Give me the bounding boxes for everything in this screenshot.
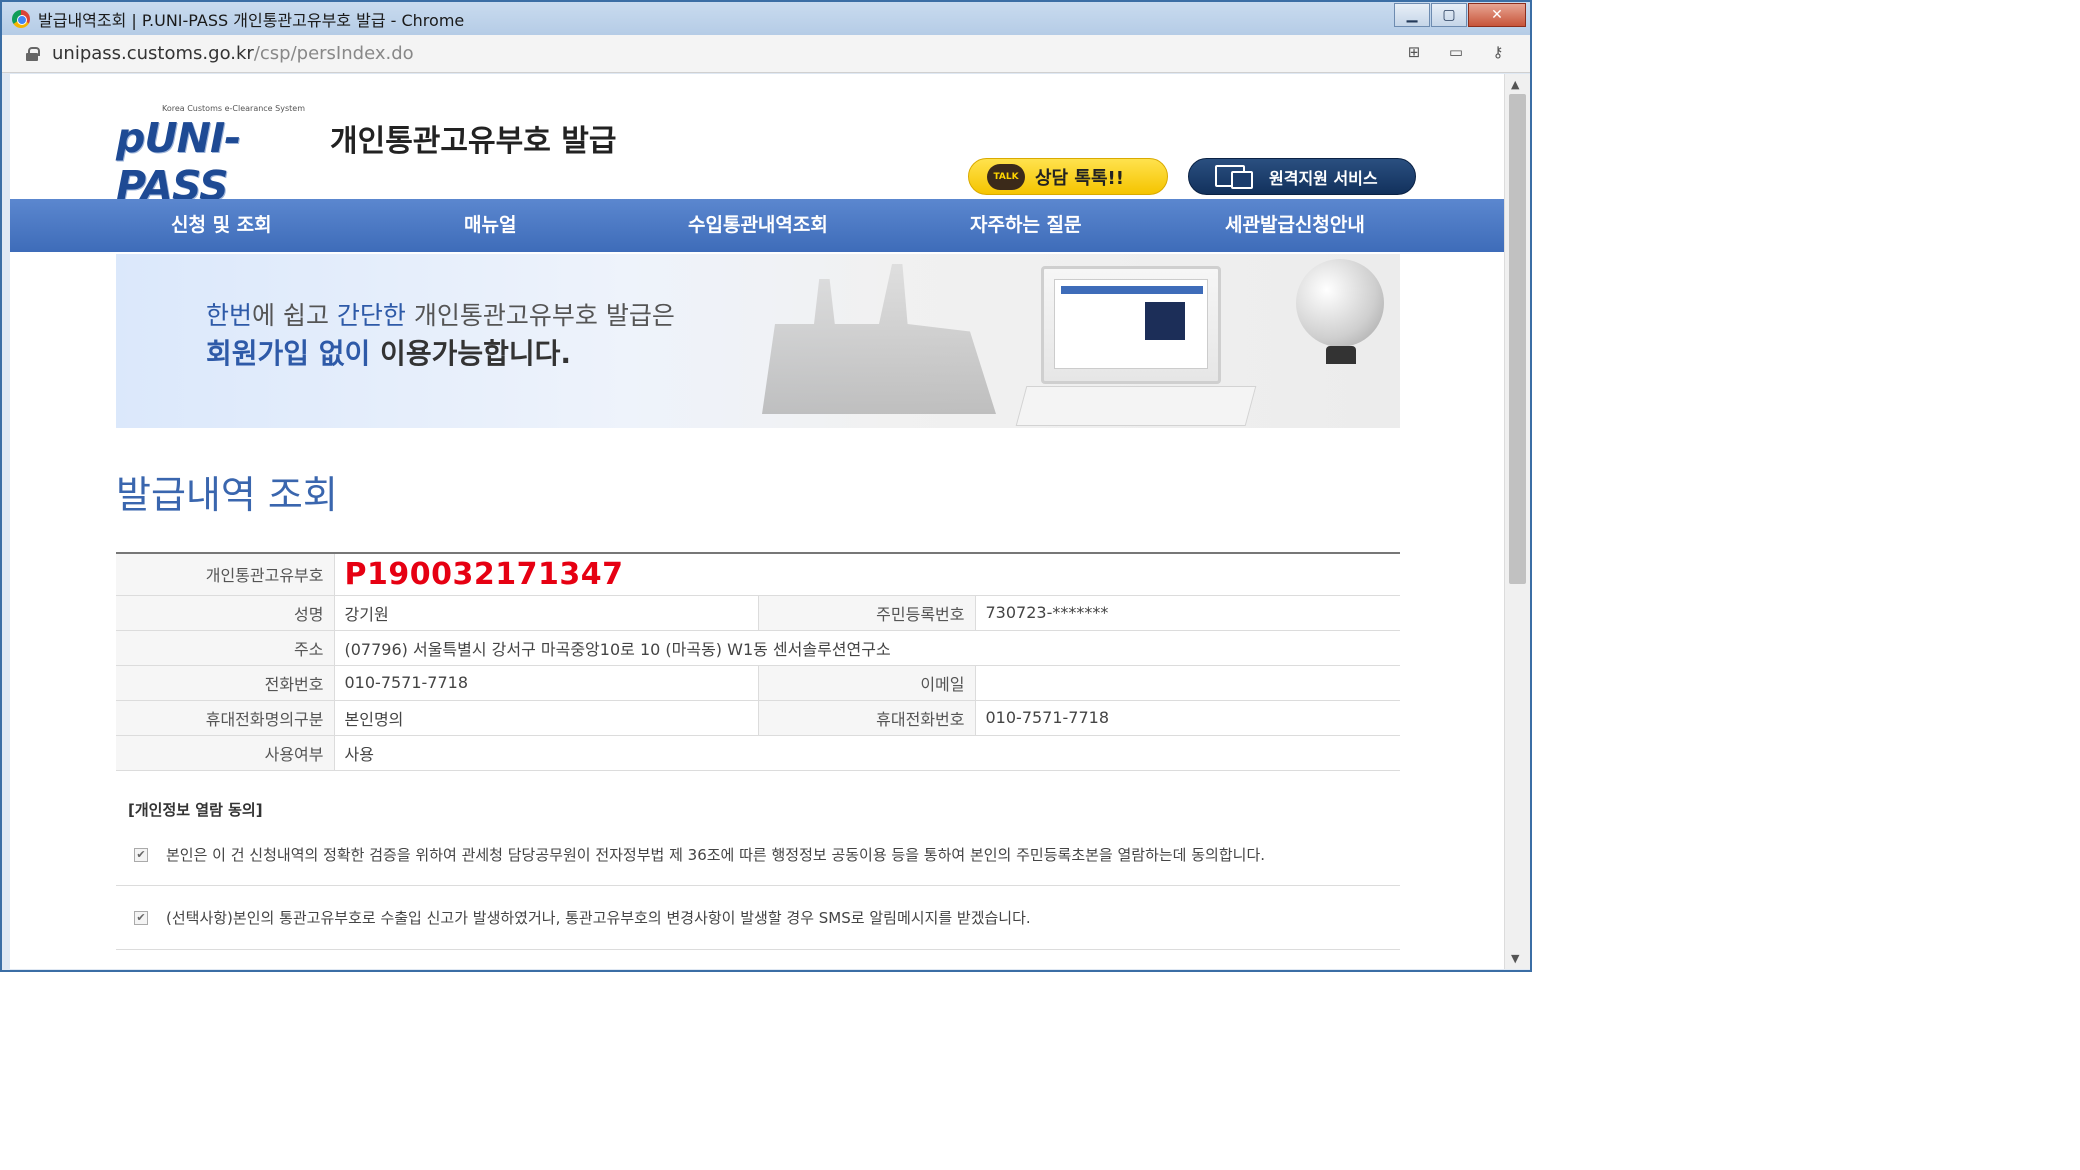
table-row: 성명 강기원 주민등록번호 730723-******* — [116, 595, 1400, 631]
address-bar-icons: ⊞ ▭ ⚷ — [1404, 43, 1508, 61]
nav-faq[interactable]: 자주하는 질문 — [970, 199, 1082, 252]
banner-line-2: 회원가입 없이 이용가능합니다. — [206, 337, 572, 370]
main-nav: 신청 및 조회 매뉴얼 수입통관내역조회 자주하는 질문 세관발급신청안내 — [10, 199, 1504, 252]
url-text[interactable]: unipass.customs.go.kr/csp/persIndex.do — [52, 43, 414, 64]
promo-banner: 한번에 쉽고 간단한 개인통관고유부호 발급은 회원가입 없이 이용가능합니다. — [116, 254, 1400, 428]
title-bar: 발급내역조회 | P.UNI-PASS 개인통관고유부호 발급 - Chrome… — [2, 2, 1530, 35]
lock-icon — [26, 46, 40, 61]
laptop-image — [1041, 266, 1221, 384]
unique-code-cell: P190032171347 — [334, 553, 1400, 596]
table-row: 개인통관고유부호 P190032171347 — [116, 553, 1400, 596]
laptop-screen — [1054, 279, 1208, 369]
unique-code-value: P190032171347 — [344, 556, 624, 592]
table-row: 휴대전화명의구분 본인명의 휴대전화번호 010-7571-7718 — [116, 700, 1400, 736]
keyboard-image — [1015, 386, 1257, 426]
unique-code-label: 개인통관고유부호 — [116, 553, 335, 596]
mobile-value: 010-7571-7718 — [975, 700, 1400, 736]
globe-stand — [1326, 346, 1356, 364]
scroll-thumb[interactable] — [1509, 94, 1526, 584]
mobile-label: 휴대전화번호 — [758, 700, 976, 736]
page-title: 발급내역 조회 — [116, 473, 338, 517]
translate-icon[interactable]: ⊞ — [1404, 43, 1424, 61]
agreement-1-checkbox[interactable]: ✔ — [134, 847, 148, 862]
rrn-label: 주민등록번호 — [758, 595, 976, 631]
scroll-up-icon[interactable]: ▲ — [1511, 78, 1519, 91]
address-value: (07796) 서울특별시 강서구 마곡중앙10로 10 (마곡동) W1동 센… — [334, 630, 1400, 666]
logo-text: pUNI-PASS — [116, 114, 241, 210]
use-status-value: 사용 — [334, 735, 1400, 771]
address-bar[interactable]: unipass.customs.go.kr/csp/persIndex.do ⊞… — [2, 35, 1530, 73]
issuance-info-table: 개인통관고유부호 P190032171347 성명 강기원 주민등록번호 730… — [116, 552, 1400, 771]
port-crane-image — [762, 264, 996, 414]
talk-consult-button[interactable]: TALK 상담 톡톡!! — [968, 158, 1168, 195]
name-value: 강기원 — [334, 595, 759, 631]
agreement-heading: [개인정보 열람 동의] — [128, 801, 263, 819]
vertical-scrollbar[interactable]: ▲ ▼ — [1504, 74, 1530, 969]
chrome-icon — [12, 9, 30, 28]
table-row: 사용여부 사용 — [116, 735, 1400, 771]
logo-subtitle: Korea Customs e-Clearance System — [162, 104, 305, 113]
scroll-down-icon[interactable]: ▼ — [1511, 952, 1519, 965]
nav-apply-inquiry[interactable]: 신청 및 조회 — [171, 199, 272, 252]
monitor-icon — [1215, 164, 1255, 189]
unipass-logo[interactable]: Korea Customs e-Clearance System pUNI-PA… — [116, 104, 331, 210]
nav-customs-guide[interactable]: 세관발급신청안내 — [1225, 199, 1365, 252]
talk-icon: TALK — [987, 163, 1025, 190]
rrn-value: 730723-******* — [975, 595, 1400, 631]
mobile-type-value: 본인명의 — [334, 700, 759, 736]
nav-import-clearance[interactable]: 수입통관내역조회 — [688, 199, 828, 252]
agreement-2-text: (선택사항)본인의 통관고유부호로 수출입 신고가 발생하였거나, 통관고유부호… — [166, 909, 1031, 927]
remote-support-button[interactable]: 원격지원 서비스 — [1188, 158, 1416, 195]
site-title: 개인통관고유부호 발급 — [330, 124, 617, 159]
globe-image — [1296, 259, 1384, 347]
talk-consult-label: 상담 톡톡!! — [1035, 167, 1124, 189]
phone-value: 010-7571-7718 — [334, 665, 759, 701]
window-controls: ▁ ▢ ✕ — [1393, 3, 1526, 27]
agreement-1-text: 본인은 이 건 신청내역의 정확한 검증을 위하여 관세청 담당공무원이 전자정… — [166, 846, 1266, 864]
banner-line-1: 한번에 쉽고 간단한 개인통관고유부호 발급은 — [206, 301, 675, 330]
browser-window: 발급내역조회 | P.UNI-PASS 개인통관고유부호 발급 - Chrome… — [0, 0, 1532, 972]
nav-manual[interactable]: 매뉴얼 — [464, 199, 516, 252]
cast-icon[interactable]: ▭ — [1446, 43, 1466, 61]
page-viewport: Korea Customs e-Clearance System pUNI-PA… — [10, 74, 1504, 969]
table-row: 주소 (07796) 서울특별시 강서구 마곡중앙10로 10 (마곡동) W1… — [116, 630, 1400, 666]
minimize-button[interactable]: ▁ — [1394, 3, 1430, 27]
url-host: unipass.customs.go.kr — [52, 43, 254, 64]
agreement-2-checkbox[interactable]: ✔ — [134, 910, 148, 925]
url-path: /csp/persIndex.do — [253, 43, 414, 64]
use-status-label: 사용여부 — [116, 735, 335, 771]
mobile-type-label: 휴대전화명의구분 — [116, 700, 335, 736]
key-icon[interactable]: ⚷ — [1488, 43, 1508, 61]
agreement-item-2: ✔ (선택사항)본인의 통관고유부호로 수출입 신고가 발생하였거나, 통관고유… — [116, 886, 1400, 950]
address-label: 주소 — [116, 630, 335, 666]
name-label: 성명 — [116, 595, 335, 631]
window-title: 발급내역조회 | P.UNI-PASS 개인통관고유부호 발급 - Chrome — [38, 10, 465, 30]
close-button[interactable]: ✕ — [1468, 3, 1526, 27]
email-value — [975, 665, 1400, 701]
maximize-button[interactable]: ▢ — [1431, 3, 1467, 27]
agreement-item-1: ✔ 본인은 이 건 신청내역의 정확한 검증을 위하여 관세청 담당공무원이 전… — [116, 824, 1400, 886]
phone-label: 전화번호 — [116, 665, 335, 701]
email-label: 이메일 — [758, 665, 976, 701]
table-row: 전화번호 010-7571-7718 이메일 — [116, 665, 1400, 701]
remote-support-label: 원격지원 서비스 — [1269, 168, 1378, 188]
